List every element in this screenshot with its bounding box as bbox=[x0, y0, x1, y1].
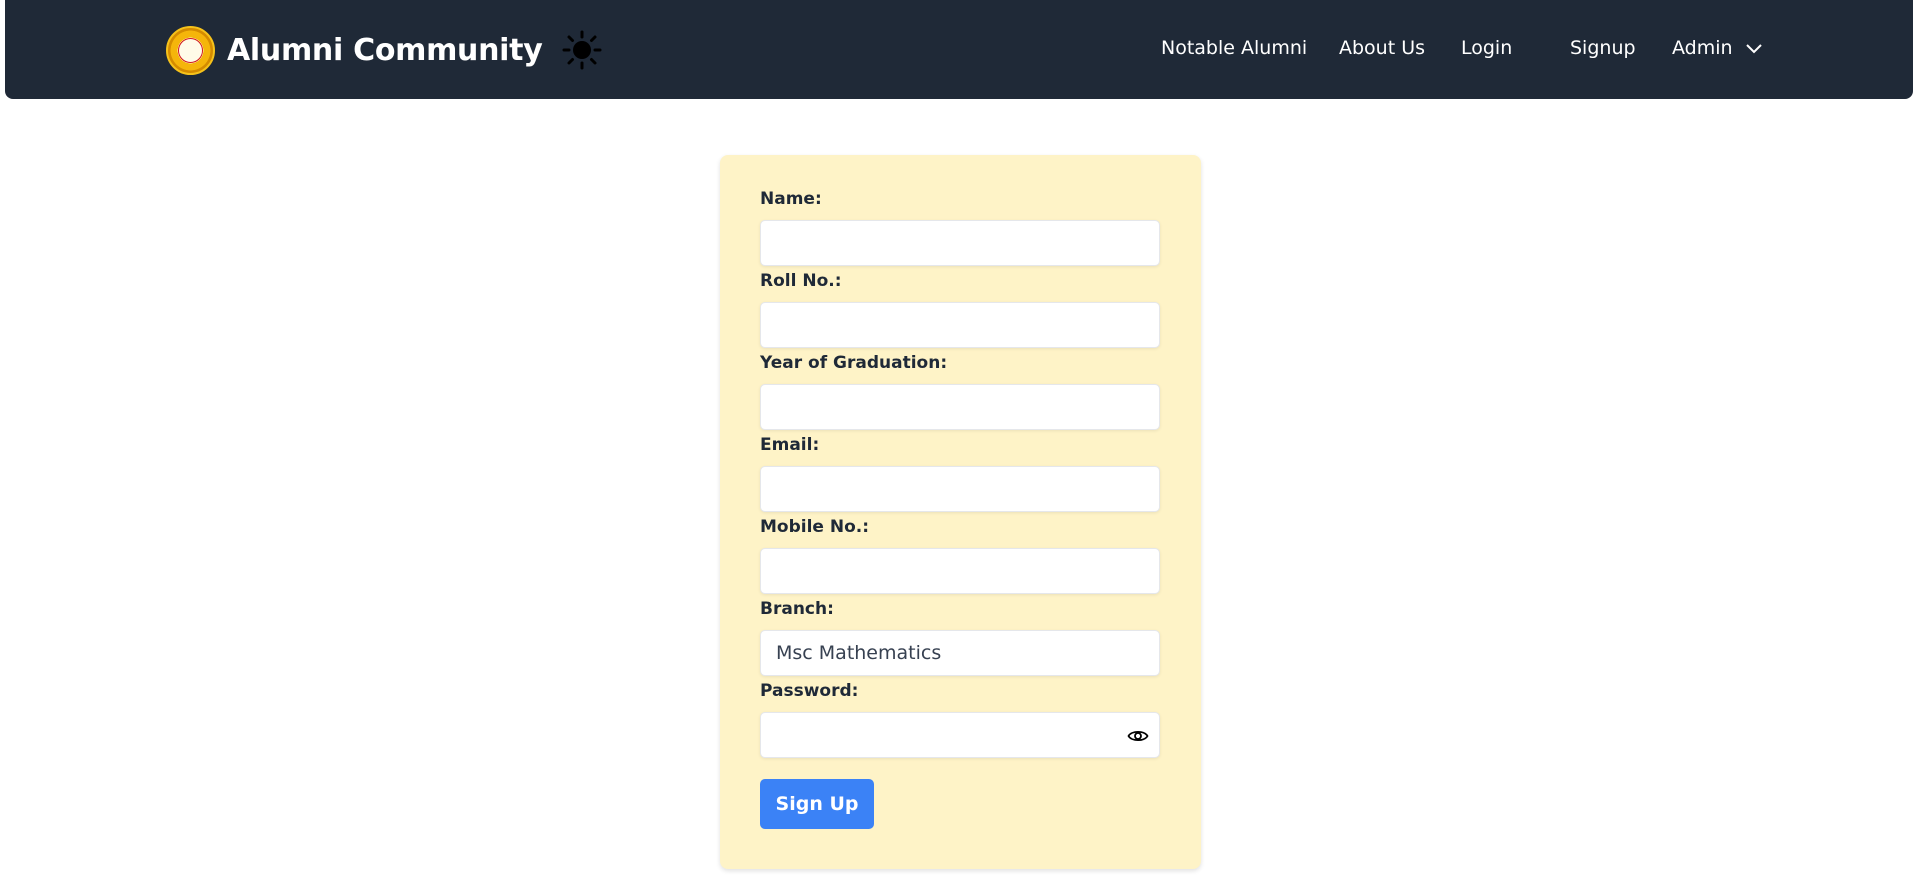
signup-form: Name: Roll No.: Year of Graduation: Emai… bbox=[720, 155, 1201, 869]
mobile-no-label: Mobile No.: bbox=[760, 517, 870, 537]
top-navbar: Alumni Community Notable Alumni About Us… bbox=[5, 0, 1913, 99]
email-input[interactable] bbox=[760, 466, 1160, 512]
branch-label: Branch: bbox=[760, 599, 834, 619]
email-label: Email: bbox=[760, 435, 820, 455]
nav-admin-dropdown[interactable]: Admin bbox=[1672, 37, 1763, 59]
password-label: Password: bbox=[760, 681, 859, 701]
nav-admin-label: Admin bbox=[1672, 37, 1733, 59]
sign-up-button[interactable]: Sign Up bbox=[760, 779, 874, 829]
nav-link-notable-alumni[interactable]: Notable Alumni bbox=[1161, 37, 1307, 59]
password-input[interactable] bbox=[760, 712, 1160, 758]
name-input[interactable] bbox=[760, 220, 1160, 266]
roll-no-input[interactable] bbox=[760, 302, 1160, 348]
branch-select[interactable]: Msc Mathematics bbox=[760, 630, 1160, 676]
year-of-graduation-input[interactable] bbox=[760, 384, 1160, 430]
nav-link-login[interactable]: Login bbox=[1461, 37, 1512, 59]
nav-link-about-us[interactable]: About Us bbox=[1339, 37, 1425, 59]
nav-link-signup[interactable]: Signup bbox=[1570, 37, 1636, 59]
mobile-no-input[interactable] bbox=[760, 548, 1160, 594]
year-of-graduation-label: Year of Graduation: bbox=[760, 353, 948, 373]
eye-icon[interactable] bbox=[1127, 727, 1149, 745]
roll-no-label: Roll No.: bbox=[760, 271, 842, 291]
name-label: Name: bbox=[760, 189, 822, 209]
nav-links: Notable Alumni About Us Login Signup Adm… bbox=[5, 37, 1913, 67]
chevron-down-icon bbox=[1745, 43, 1762, 53]
